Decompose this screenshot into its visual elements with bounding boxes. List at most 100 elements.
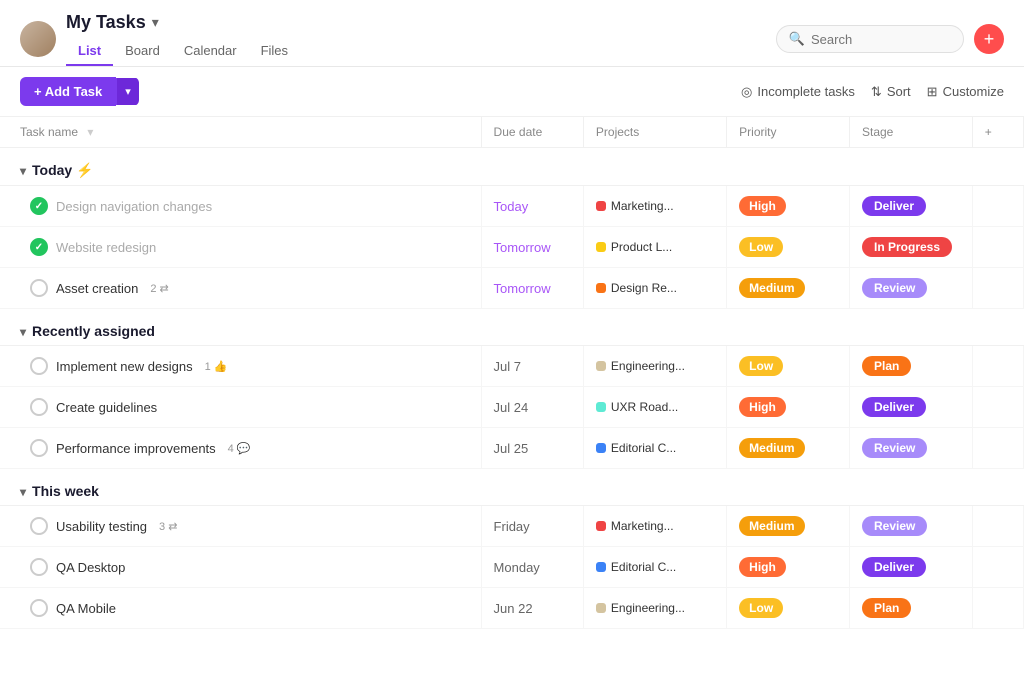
task-meta: 2 ⇄ [150,282,168,295]
project-name: Marketing... [611,199,674,213]
comment-count: 4 💬 [228,442,251,455]
stage-badge[interactable]: In Progress [862,237,952,257]
priority-badge[interactable]: Medium [739,278,804,298]
chevron-icon[interactable]: ▾ [87,125,93,139]
task-row-actions [972,227,1023,268]
chevron-down-icon[interactable]: ▾ [152,14,159,31]
task-name: QA Desktop [56,560,125,575]
task-priority: High [727,547,850,588]
priority-badge[interactable]: High [739,397,786,417]
task-checkbox[interactable] [30,517,48,535]
add-task-dropdown-button[interactable]: ▾ [116,78,139,105]
task-checkbox[interactable] [30,279,48,297]
col-header-priority: Priority [727,117,850,148]
task-name-cell: QA Desktop [0,547,481,588]
task-name-cell: Asset creation2 ⇄ [0,268,481,309]
col-header-projects: Projects [583,117,726,148]
task-stage: Review [849,428,972,469]
section-chevron-icon[interactable]: ▾ [20,485,26,499]
task-due-date: Today [481,186,583,227]
section-header: ▾Recently assigned [0,309,1024,346]
task-checkbox[interactable] [30,398,48,416]
section-chevron-icon[interactable]: ▾ [20,325,26,339]
tab-calendar[interactable]: Calendar [172,37,249,66]
subtask-count: 2 ⇄ [150,282,168,295]
col-header-add[interactable]: + [972,117,1023,148]
table-row: QA Desktop Monday Editorial C... High Delive… [0,547,1024,588]
add-task-main-button[interactable]: + Add Task [20,77,116,106]
task-row-actions [972,506,1023,547]
task-stage: Deliver [849,186,972,227]
stage-badge[interactable]: Deliver [862,557,926,577]
task-name-cell: Performance improvements4 💬 [0,428,481,469]
page-title: My Tasks [66,12,146,33]
task-checkbox[interactable] [30,558,48,576]
task-project: Editorial C... [583,428,726,469]
stage-badge[interactable]: Plan [862,598,911,618]
project-color-dot [596,361,606,371]
customize-button[interactable]: ⊞ Customize [927,84,1004,100]
project-color-dot [596,443,606,453]
project-color-dot [596,201,606,211]
stage-badge[interactable]: Deliver [862,397,926,417]
task-row-actions [972,428,1023,469]
tab-board[interactable]: Board [113,37,172,66]
toolbar: + Add Task ▾ ◎ Incomplete tasks ⇅ Sort ⊞… [0,67,1024,117]
task-name-cell: Create guidelines [0,387,481,428]
add-button[interactable]: + [974,24,1004,54]
task-name: Implement new designs [56,359,193,374]
task-checkbox[interactable] [30,439,48,457]
lightning-icon: ⚡ [76,162,93,178]
search-box[interactable]: 🔍 [776,25,964,53]
project-color-dot [596,402,606,412]
tab-list[interactable]: List [66,37,113,66]
table-row: Usability testing3 ⇄FridayMarketing...Me… [0,506,1024,547]
header: My Tasks ▾ List Board Calendar Files 🔍 + [0,0,1024,67]
priority-badge[interactable]: Low [739,356,783,376]
priority-badge[interactable]: High [739,557,786,577]
task-name: Design navigation changes [56,199,212,214]
stage-badge[interactable]: Plan [862,356,911,376]
stage-badge[interactable]: Review [862,438,927,458]
task-stage: Deliver [849,547,972,588]
task-name-cell: Website redesign [0,227,481,268]
stage-badge[interactable]: Deliver [862,196,926,216]
task-priority: Low [727,227,850,268]
project-name: Editorial C... [611,441,676,455]
task-checkbox[interactable] [30,197,48,215]
task-project: Product L... [583,227,726,268]
priority-badge[interactable]: Medium [739,516,804,536]
task-meta: 4 💬 [228,442,251,455]
task-stage: Deliver [849,387,972,428]
project-name: Product L... [611,240,672,254]
section-chevron-icon[interactable]: ▾ [20,164,26,178]
incomplete-tasks-button[interactable]: ◎ Incomplete tasks [741,84,855,100]
task-row-actions [972,346,1023,387]
task-meta: 1 👍 [205,360,228,373]
stage-badge[interactable]: Review [862,278,927,298]
search-input[interactable] [811,32,951,47]
priority-badge[interactable]: High [739,196,786,216]
tab-files[interactable]: Files [249,37,300,66]
task-table: Task name ▾ Due date Projects Priority S… [0,117,1024,629]
sort-button[interactable]: ⇅ Sort [871,84,911,100]
task-due-date: Monday [481,547,583,588]
project-name: Editorial C... [611,560,676,574]
priority-badge[interactable]: Low [739,237,783,257]
stage-badge[interactable]: Review [862,516,927,536]
priority-badge[interactable]: Low [739,598,783,618]
task-name-cell: Usability testing 3 ⇄ [0,506,481,547]
task-checkbox[interactable] [30,357,48,375]
task-table-container: Task name ▾ Due date Projects Priority S… [0,117,1024,629]
task-checkbox[interactable] [30,238,48,256]
task-row-actions [972,186,1023,227]
task-priority: Low [727,588,850,629]
task-due-date: Tomorrow [481,227,583,268]
task-name-cell: QA Mobile [0,588,481,629]
priority-badge[interactable]: Medium [739,438,804,458]
task-name: Usability testing [56,519,147,534]
task-project: Marketing... [583,506,726,547]
task-stage: Review [849,506,972,547]
subtask-count: 3 ⇄ [159,520,177,533]
task-checkbox[interactable] [30,599,48,617]
